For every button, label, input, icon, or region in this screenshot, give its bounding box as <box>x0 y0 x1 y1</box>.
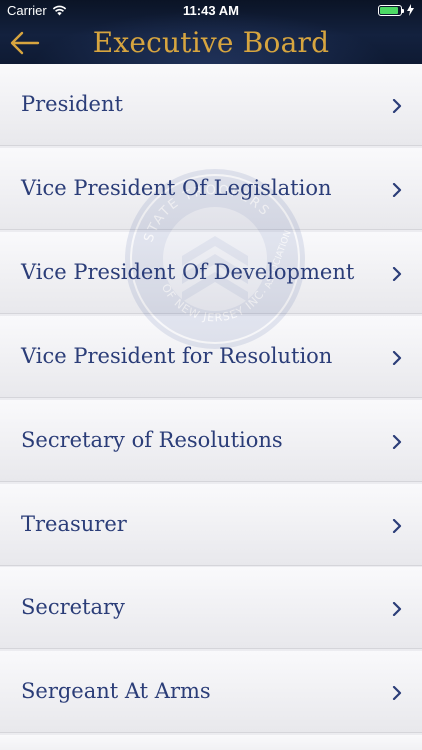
list-item-vp-legislation[interactable]: Vice President Of Legislation <box>0 148 422 230</box>
list-item-label: Sergeant At Arms <box>21 679 211 703</box>
list-item-partial <box>0 735 422 750</box>
list-item-secretary-of-resolutions[interactable]: Secretary of Resolutions <box>0 400 422 482</box>
list-item-sergeant-at-arms[interactable]: Sergeant At Arms <box>0 651 422 733</box>
executive-board-list: President Vice President Of Legislation … <box>0 64 422 750</box>
list-item-vp-resolution[interactable]: Vice President for Resolution <box>0 316 422 398</box>
list-item-label: Vice President for Resolution <box>21 344 333 368</box>
chevron-right-icon <box>392 183 402 197</box>
list-item-label: President <box>21 92 123 116</box>
list-item-label: Vice President Of Development <box>21 260 355 284</box>
status-bar: Carrier 11:43 AM <box>0 0 422 22</box>
charging-bolt-icon <box>407 4 414 16</box>
chevron-right-icon <box>392 519 402 533</box>
chevron-right-icon <box>392 351 402 365</box>
battery-group <box>378 4 414 16</box>
list-item-label: Vice President Of Legislation <box>21 176 332 200</box>
battery-icon <box>378 4 404 16</box>
list-item-treasurer[interactable]: Treasurer <box>0 484 422 566</box>
chevron-right-icon <box>392 602 402 616</box>
chevron-right-icon <box>392 435 402 449</box>
list-item-secretary[interactable]: Secretary <box>0 567 422 649</box>
list-item-president[interactable]: President <box>0 64 422 146</box>
chevron-right-icon <box>392 99 402 113</box>
list-item-label: Treasurer <box>21 512 127 536</box>
list-item-label: Secretary <box>21 595 125 619</box>
chevron-right-icon <box>392 267 402 281</box>
page-title: Executive Board <box>92 26 330 59</box>
list-item-label: Secretary of Resolutions <box>21 428 283 452</box>
status-time: 11:43 AM <box>183 3 239 18</box>
chevron-right-icon <box>392 686 402 700</box>
list-item-vp-development[interactable]: Vice President Of Development <box>0 232 422 314</box>
